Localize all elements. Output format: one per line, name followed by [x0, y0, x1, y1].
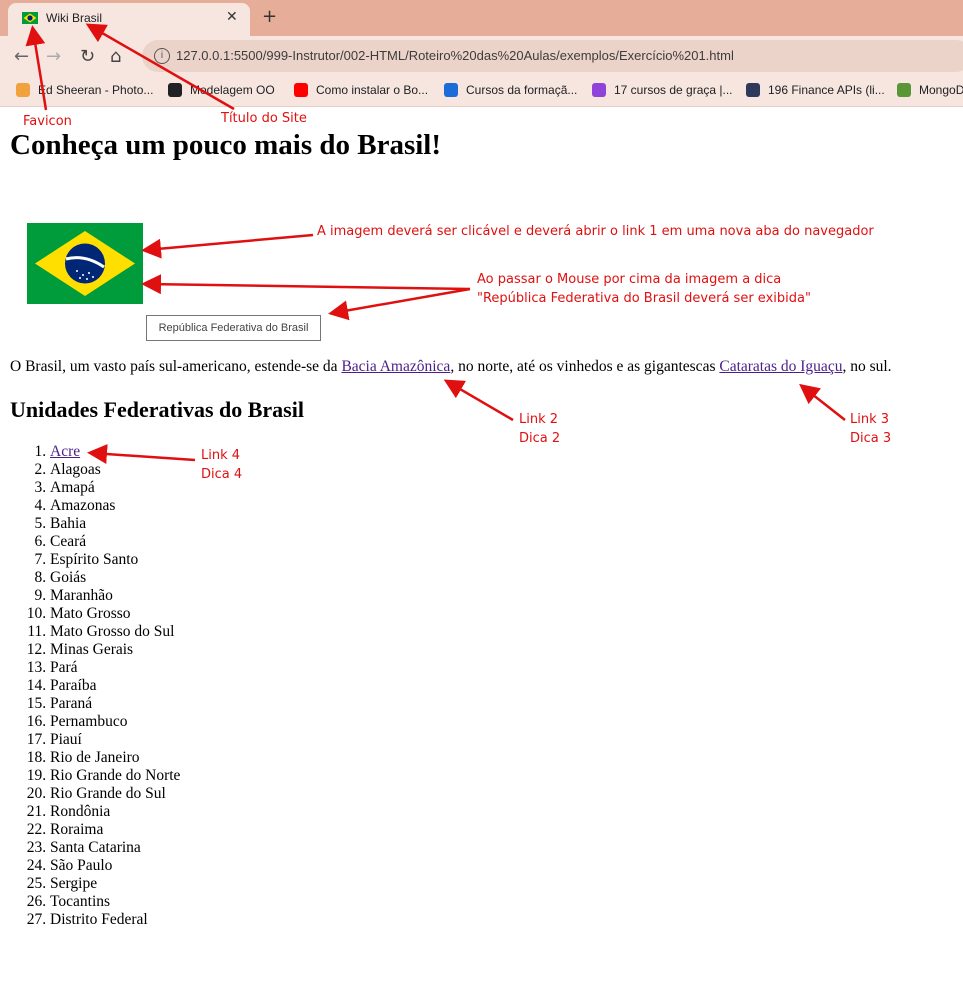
state-list-item: Rio Grande do Sul	[50, 785, 180, 803]
github-icon	[168, 83, 182, 97]
link-cataratas-iguacu[interactable]: Cataratas do Iguaçu	[719, 358, 842, 375]
annotation-favicon: Favicon	[23, 114, 72, 129]
state-list-item: Paraná	[50, 695, 180, 713]
rapidapi-icon	[746, 83, 760, 97]
para-text-before: O Brasil, um vasto país sul-americano, e…	[10, 358, 342, 375]
para-text-middle: , no norte, até os vinhedos e as gigante…	[450, 358, 720, 375]
bookmark-item[interactable]: 17 cursos de graça |...	[592, 83, 733, 97]
states-list: AcreAlagoasAmapáAmazonasBahiaCearáEspíri…	[0, 443, 180, 929]
state-list-item: Sergipe	[50, 875, 180, 893]
annotation-hover-line1: Ao passar o Mouse por cima da imagem a d…	[477, 272, 782, 287]
section-heading: Unidades Federativas do Brasil	[10, 397, 304, 422]
state-list-item: Distrito Federal	[50, 911, 180, 929]
url-text: 127.0.0.1:5500/999-Instrutor/002-HTML/Ro…	[176, 48, 734, 63]
bookmark-item[interactable]: Como instalar o Bo...	[294, 83, 428, 97]
link-acre[interactable]: Acre	[50, 443, 80, 460]
state-list-item: Mato Grosso do Sul	[50, 623, 180, 641]
brazil-flag-image[interactable]	[27, 223, 143, 304]
reload-icon[interactable]: ↻	[80, 46, 95, 67]
state-list-item: Santa Catarina	[50, 839, 180, 857]
back-icon[interactable]: ←	[14, 46, 29, 67]
bookmark-label: 17 cursos de graça |...	[614, 83, 733, 97]
arrow-link3	[799, 383, 846, 421]
bookmark-label: MongoD	[919, 83, 963, 97]
annotation-link2: Link 2	[519, 412, 559, 427]
state-list-item: Pernambuco	[50, 713, 180, 731]
state-list-item: Rio Grande do Norte	[50, 767, 180, 785]
tab-bar: Wiki Brasil ✕ +	[0, 0, 963, 36]
annotation-hover-line2: "República Federativa do Brasil deverá s…	[477, 291, 811, 306]
bookmark-item[interactable]: Cursos da formaçã...	[444, 83, 577, 97]
state-list-item: Amazonas	[50, 497, 180, 515]
youtube-icon	[294, 83, 308, 97]
home-icon[interactable]: ⌂	[110, 46, 121, 67]
bookmark-item[interactable]: 196 Finance APIs (li...	[746, 83, 885, 97]
state-list-item: Piauí	[50, 731, 180, 749]
intro-paragraph: O Brasil, um vasto país sul-americano, e…	[10, 358, 892, 376]
mongodb-icon	[897, 83, 911, 97]
annotation-dica3: Dica 3	[850, 431, 892, 446]
annotation-link4: Link 4	[201, 448, 241, 463]
state-list-item: Alagoas	[50, 461, 180, 479]
arrow-hover-tooltip	[328, 287, 471, 321]
arrow-image-click	[141, 233, 314, 259]
address-bar[interactable]: i 127.0.0.1:5500/999-Instrutor/002-HTML/…	[142, 40, 963, 72]
state-list-item: Minas Gerais	[50, 641, 180, 659]
bookmark-label: Como instalar o Bo...	[316, 83, 429, 97]
browser-toolbar: ← → ↻ ⌂ i 127.0.0.1:5500/999-Instrutor/0…	[0, 36, 963, 76]
brazil-flag-favicon-icon	[22, 12, 38, 24]
tab-title: Wiki Brasil	[46, 11, 102, 25]
annotation-dica2: Dica 2	[519, 431, 561, 446]
state-list-item: Mato Grosso	[50, 605, 180, 623]
close-tab-icon[interactable]: ✕	[226, 9, 238, 25]
bookmark-item[interactable]: Ed Sheeran - Photo...	[16, 83, 153, 97]
state-list-item: Goiás	[50, 569, 180, 587]
new-tab-button[interactable]: +	[262, 6, 277, 27]
image-tooltip: República Federativa do Brasil	[146, 315, 321, 341]
bookmark-label: Ed Sheeran - Photo...	[38, 83, 154, 97]
para-text-after: , no sul.	[842, 358, 892, 375]
state-list-item: Roraima	[50, 821, 180, 839]
state-list-item: Acre	[50, 443, 180, 461]
state-list-item: Rio de Janeiro	[50, 749, 180, 767]
bookmark-item[interactable]: MongoD	[897, 83, 963, 97]
site-info-icon[interactable]: i	[154, 48, 170, 64]
state-list-item: Pará	[50, 659, 180, 677]
page-title: Conheça um pouco mais do Brasil!	[10, 129, 442, 161]
state-list-item: Rondônia	[50, 803, 180, 821]
state-list-item: Paraíba	[50, 677, 180, 695]
state-list-item: São Paulo	[50, 857, 180, 875]
state-list-item: Tocantins	[50, 893, 180, 911]
state-list-item: Bahia	[50, 515, 180, 533]
bookmark-label: Modelagem OO	[190, 83, 275, 97]
bookmark-label: Cursos da formaçã...	[466, 83, 578, 97]
annotation-link3: Link 3	[850, 412, 890, 427]
state-list-item: Maranhão	[50, 587, 180, 605]
state-list-item: Ceará	[50, 533, 180, 551]
annotation-dica4: Dica 4	[201, 467, 243, 482]
bookmark-label: 196 Finance APIs (li...	[768, 83, 885, 97]
annotation-site-title: Título do Site	[221, 111, 307, 126]
arrow-hover-image	[141, 274, 471, 295]
hexagon-icon	[592, 83, 606, 97]
forward-icon[interactable]: →	[46, 46, 61, 67]
bookmark-item[interactable]: Modelagem OO	[168, 83, 275, 97]
alura-icon	[444, 83, 458, 97]
link-bacia-amazonica[interactable]: Bacia Amazônica	[341, 358, 450, 375]
state-list-item: Amapá	[50, 479, 180, 497]
state-list-item: Espírito Santo	[50, 551, 180, 569]
mushroom-icon	[16, 83, 30, 97]
annotation-image-click: A imagem deverá ser clicável e deverá ab…	[317, 224, 874, 239]
browser-tab[interactable]: Wiki Brasil ✕	[8, 3, 250, 36]
bookmarks-bar: Ed Sheeran - Photo... Modelagem OO Como in…	[0, 76, 963, 107]
arrow-link2	[443, 379, 514, 422]
